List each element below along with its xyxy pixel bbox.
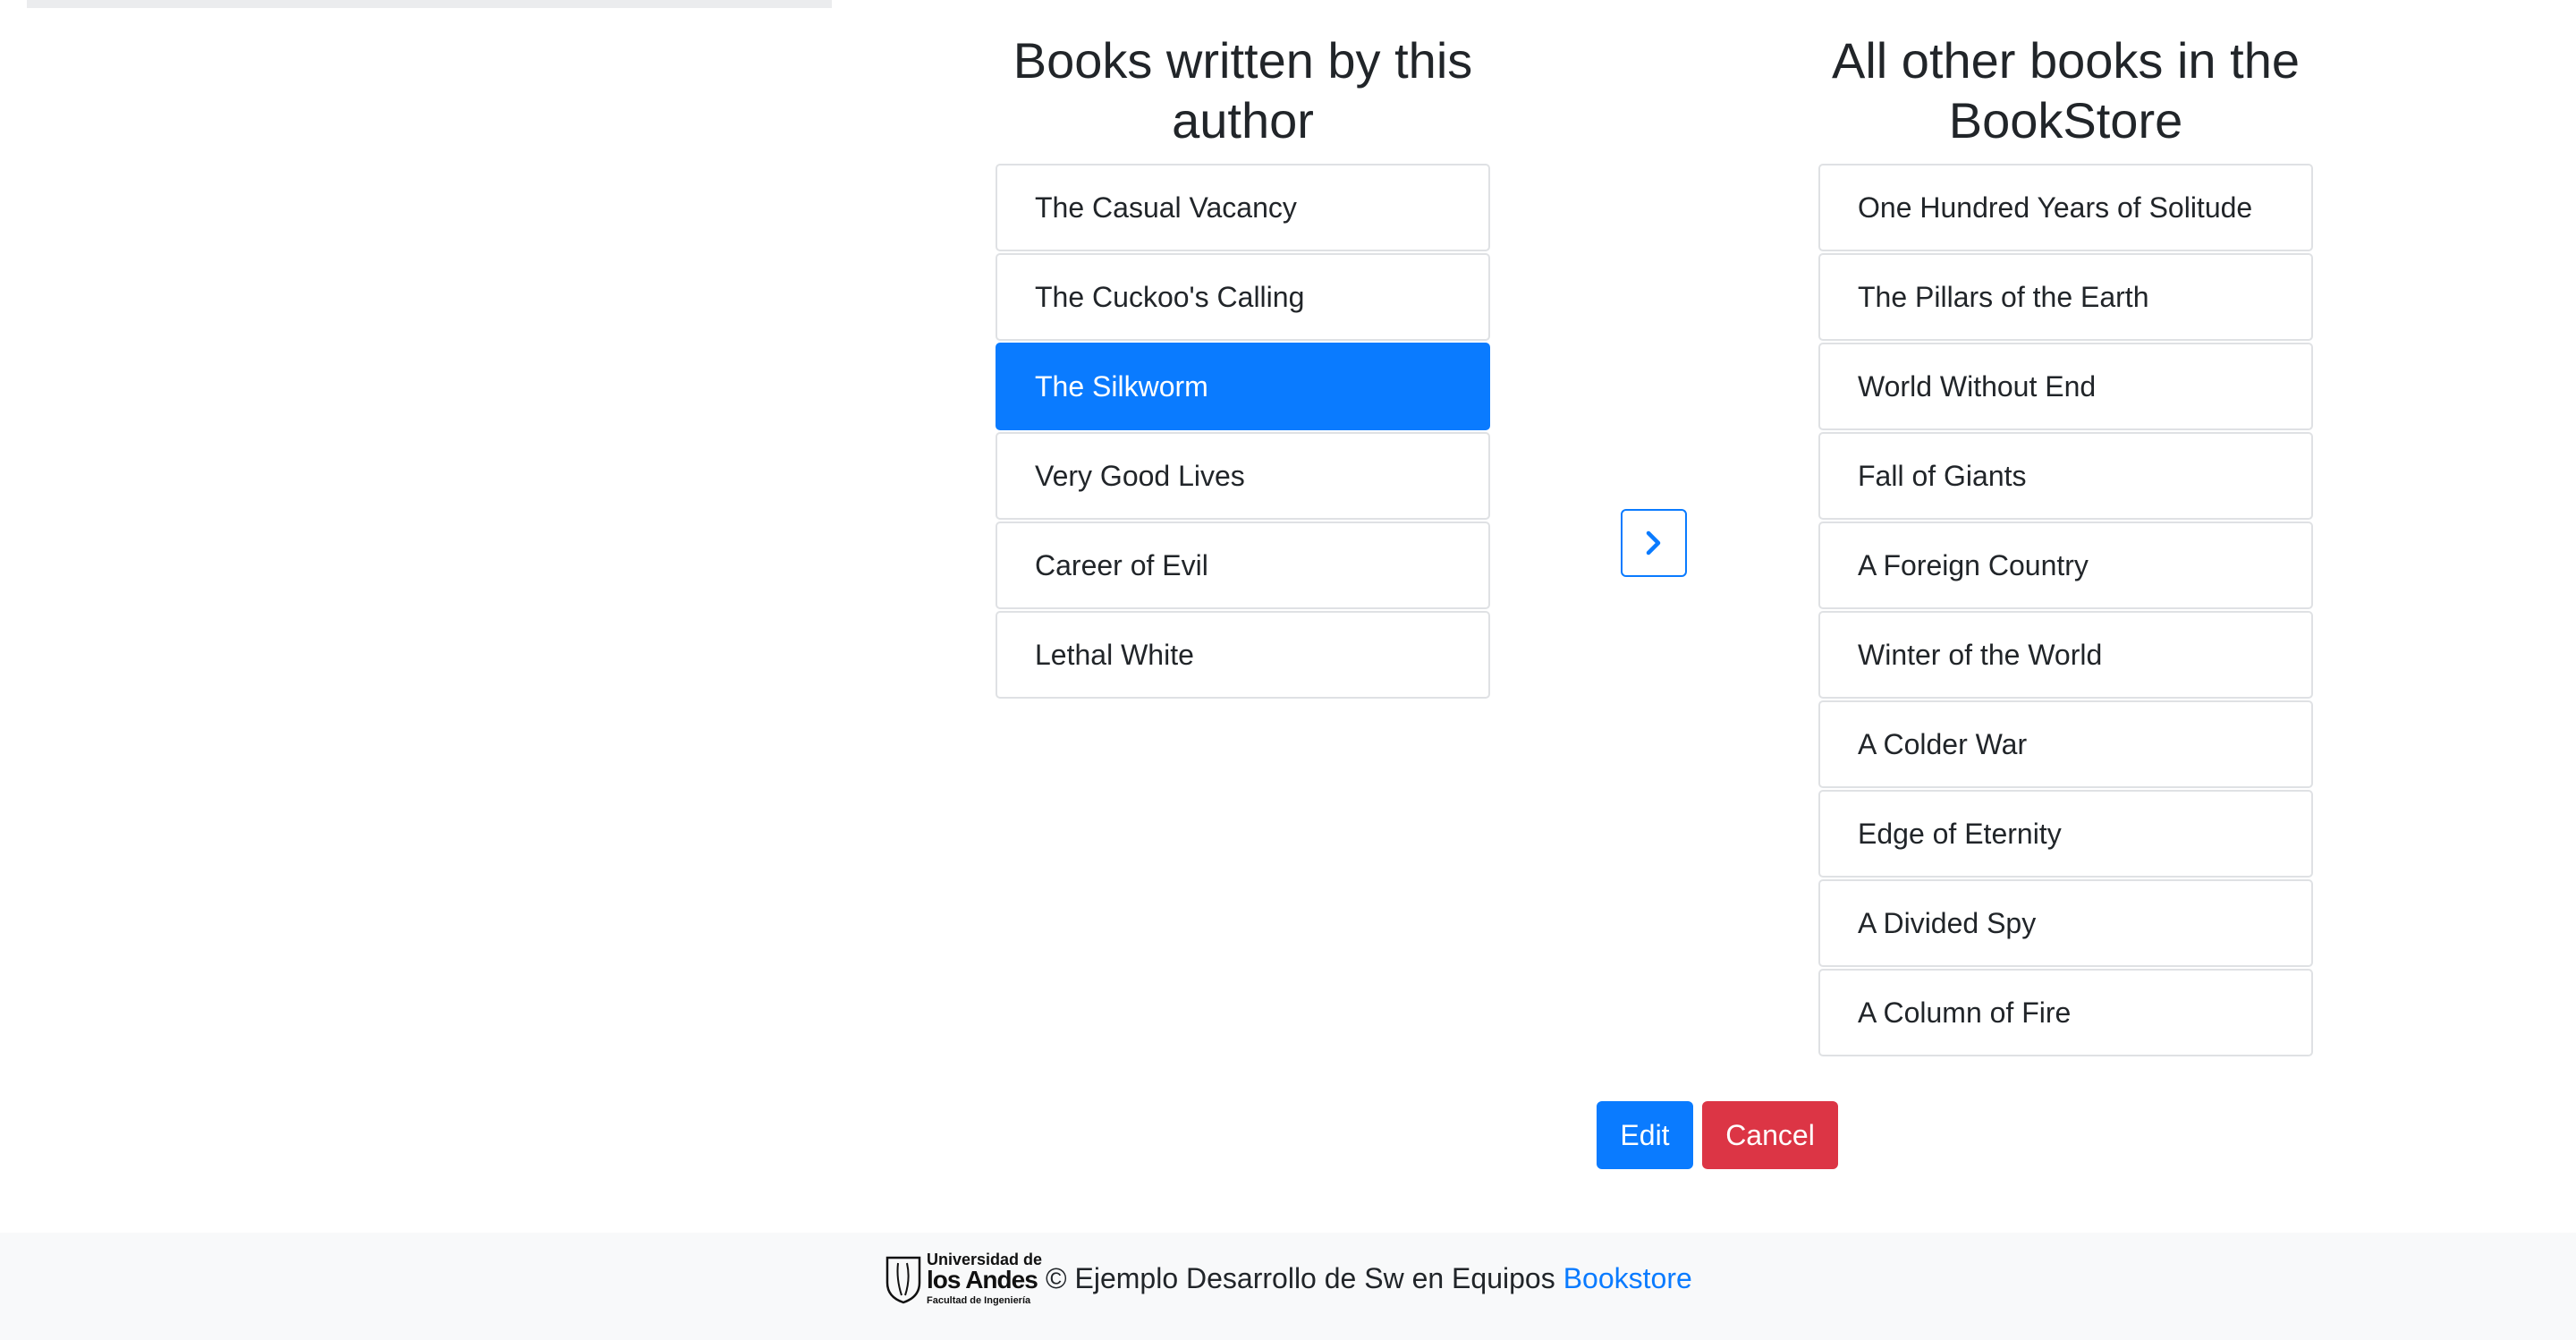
cancel-button[interactable]: Cancel <box>1702 1101 1838 1169</box>
author-book-item[interactable]: The Silkworm <box>996 343 1490 430</box>
footer: Universidad de los Andes Facultad de Ing… <box>0 1233 2576 1340</box>
author-book-item[interactable]: Career of Evil <box>996 522 1490 609</box>
author-book-item[interactable]: Lethal White <box>996 611 1490 699</box>
page: Books written by this author The Casual … <box>0 0 2576 1340</box>
other-book-item[interactable]: A Colder War <box>1818 700 2313 788</box>
other-books-list: One Hundred Years of Solitude The Pillars… <box>1818 164 2313 1058</box>
logo-line-3: Facultad de Ingeniería <box>927 1294 1031 1306</box>
shield-logo-icon <box>886 1256 921 1304</box>
author-book-item[interactable]: The Cuckoo's Calling <box>996 253 1490 341</box>
top-bar <box>27 0 832 8</box>
logo-line-1: Universidad de <box>927 1250 1043 1268</box>
other-book-item[interactable]: The Pillars of the Earth <box>1818 253 2313 341</box>
other-book-item[interactable]: A Column of Fire <box>1818 969 2313 1056</box>
other-book-item[interactable]: Winter of the World <box>1818 611 2313 699</box>
other-book-item[interactable]: Edge of Eternity <box>1818 790 2313 878</box>
author-book-item[interactable]: The Casual Vacancy <box>996 164 1490 251</box>
logo-line-2: los Andes <box>927 1265 1038 1293</box>
other-book-item[interactable]: World Without End <box>1818 343 2313 430</box>
other-books-heading: All other books in the BookStore <box>1832 32 2300 148</box>
other-book-item[interactable]: A Foreign Country <box>1818 522 2313 609</box>
author-book-item[interactable]: Very Good Lives <box>996 432 1490 520</box>
author-books-list: The Casual Vacancy The Cuckoo's Calling Th… <box>996 164 1490 700</box>
university-logo: Universidad de los Andes Facultad de Ing… <box>884 1246 1042 1310</box>
footer-copyright: © Ejemplo Desarrollo de Sw en Equipos <box>1046 1261 1555 1294</box>
other-book-item[interactable]: Fall of Giants <box>1818 432 2313 520</box>
bookstore-link[interactable]: Bookstore <box>1563 1262 1692 1295</box>
chevron-right-icon <box>1646 530 1661 556</box>
other-book-item[interactable]: A Divided Spy <box>1818 879 2313 967</box>
author-books-heading: Books written by this author <box>1013 32 1473 148</box>
footer-content: Universidad de los Andes Facultad de Ing… <box>884 1246 1692 1310</box>
move-book-button[interactable] <box>1621 509 1687 577</box>
logo-text: Universidad de los Andes Facultad de Ing… <box>927 1251 1042 1306</box>
edit-button[interactable]: Edit <box>1597 1101 1693 1169</box>
other-book-item[interactable]: One Hundred Years of Solitude <box>1818 164 2313 251</box>
